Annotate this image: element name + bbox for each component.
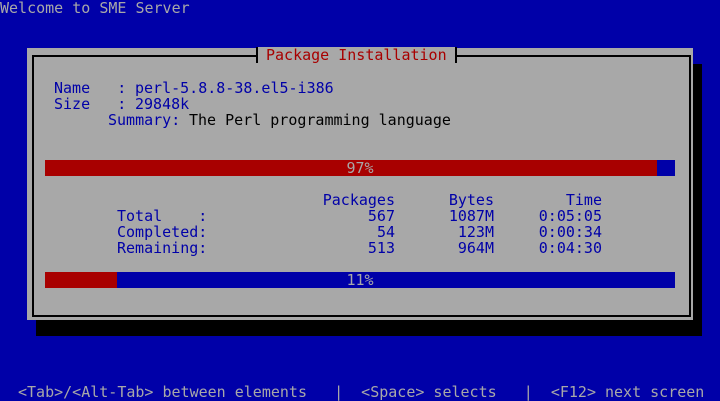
package-progress-label: 97% (346, 159, 374, 177)
help-line: <Tab>/<Alt-Tab> between elements | <Spac… (18, 383, 705, 401)
row-bytes: 123M (457, 223, 494, 241)
overall-progress-label: 11% (346, 271, 374, 289)
header-packages: Packages (322, 191, 395, 209)
summary-label: Summary: (108, 111, 181, 129)
size-value: 29848k (135, 95, 190, 113)
header-bytes: Bytes (448, 191, 494, 209)
row-bytes: 1087M (448, 207, 494, 225)
name-label: Name : (54, 79, 127, 97)
header-time: Time (565, 191, 602, 209)
overall-progress-bar: 11% (45, 272, 675, 288)
dialog-title: Package Installation (256, 47, 457, 63)
row-packages: 513 (367, 239, 395, 257)
package-progress-bar: 97% (45, 160, 675, 176)
row-label: Completed: (117, 223, 208, 241)
name-value: perl-5.8.8-38.el5-i386 (135, 79, 334, 97)
summary-value: The Perl programming language (189, 111, 451, 129)
size-label: Size : (54, 95, 127, 113)
row-packages: 54 (376, 223, 395, 241)
row-label: Remaining: (117, 239, 208, 257)
screen-title: Welcome to SME Server (0, 0, 190, 17)
row-label: Total : (117, 207, 208, 225)
row-time: 0:00:34 (538, 223, 602, 241)
row-time: 0:05:05 (538, 207, 602, 225)
row-bytes: 964M (457, 239, 494, 257)
row-time: 0:04:30 (538, 239, 602, 257)
row-packages: 567 (367, 207, 395, 225)
